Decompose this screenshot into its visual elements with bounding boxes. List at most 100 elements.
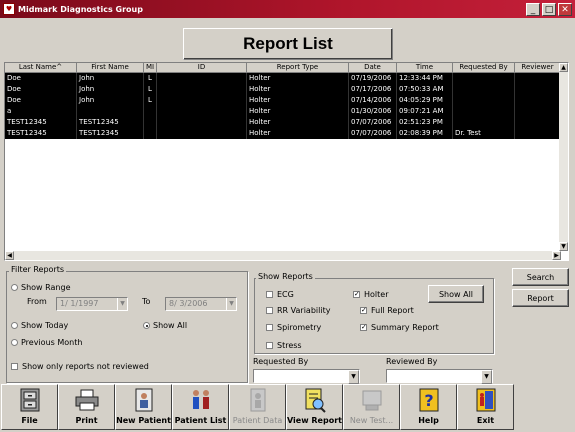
column-header[interactable]: Report Type	[247, 63, 349, 73]
show-range-radio[interactable]: Show Range	[11, 283, 70, 292]
file-button[interactable]: File	[1, 384, 58, 430]
from-date-picker[interactable]: 1/ 1/1997 ▼	[56, 297, 128, 311]
grid-rows: Doe John L Holter 07/19/2006 12:33:44 PM Doe Jo…	[5, 73, 561, 139]
chevron-down-icon: ▼	[226, 298, 236, 310]
column-header[interactable]: ID	[157, 63, 247, 73]
new-test-icon	[360, 387, 384, 413]
scroll-down-icon[interactable]: ▼	[559, 242, 568, 251]
horizontal-scrollbar[interactable]: ◀ ▶	[5, 251, 561, 260]
chevron-down-icon: ▼	[117, 298, 127, 310]
from-label: From	[27, 297, 47, 306]
table-cell	[77, 106, 144, 117]
table-cell: 02:08:39 PM	[397, 128, 453, 139]
table-row[interactable]: a Holter 01/30/2006 09:07:21 AM	[5, 106, 561, 117]
new-patient-button[interactable]: New Patient	[115, 384, 172, 430]
table-cell: 04:05:29 PM	[397, 95, 453, 106]
table-cell	[157, 73, 247, 84]
show-all-radio[interactable]: Show All	[143, 321, 187, 330]
scroll-left-icon[interactable]: ◀	[5, 251, 14, 260]
table-cell	[144, 117, 157, 128]
table-row[interactable]: TEST12345 TEST12345 Holter 07/07/2006 02:51:…	[5, 117, 561, 128]
column-header[interactable]: Reviewer	[515, 63, 561, 73]
column-header[interactable]: Date	[349, 63, 397, 73]
table-cell	[515, 128, 561, 139]
report-button[interactable]: Report	[512, 289, 569, 307]
table-cell	[157, 117, 247, 128]
column-header[interactable]: Time	[397, 63, 453, 73]
grid-header: Last Name^ First Name MI ID Report Type Date T…	[5, 63, 566, 73]
scroll-right-icon[interactable]: ▶	[552, 251, 561, 260]
table-cell: L	[144, 95, 157, 106]
show-today-radio[interactable]: Show Today	[11, 321, 68, 330]
table-cell: 01/30/2006	[349, 106, 397, 117]
summary-report-checkbox[interactable]: ✓ Summary Report	[360, 323, 439, 332]
table-cell	[515, 106, 561, 117]
column-header[interactable]: First Name	[77, 63, 144, 73]
title-bar: ♥ Midmark Diagnostics Group _ □ ✕	[0, 0, 575, 18]
table-cell: Doe	[5, 73, 77, 84]
scroll-up-icon[interactable]: ▲	[559, 63, 568, 72]
svg-text:?: ?	[424, 391, 433, 410]
reviewed-by-select[interactable]: ▼	[386, 369, 493, 384]
help-button[interactable]: ? Help	[400, 384, 457, 430]
table-cell: L	[144, 73, 157, 84]
full-report-checkbox[interactable]: ✓ Full Report	[360, 306, 414, 315]
table-cell: John	[77, 73, 144, 84]
rr-variability-checkbox[interactable]: RR Variability	[266, 306, 330, 315]
maximize-button[interactable]: □	[542, 2, 556, 16]
table-cell: L	[144, 84, 157, 95]
table-cell	[157, 95, 247, 106]
report-grid[interactable]: Last Name^ First Name MI ID Report Type Date T…	[4, 62, 569, 261]
table-cell	[515, 84, 561, 95]
table-cell	[157, 128, 247, 139]
table-cell	[453, 84, 515, 95]
print-button[interactable]: Print	[58, 384, 115, 430]
to-date-picker[interactable]: 8/ 3/2006 ▼	[165, 297, 237, 311]
table-cell	[453, 106, 515, 117]
new-test-button[interactable]: New Test...	[343, 384, 400, 430]
patient-data-button[interactable]: Patient Data	[229, 384, 286, 430]
table-row[interactable]: Doe John L Holter 07/19/2006 12:33:44 PM	[5, 73, 561, 84]
minimize-button[interactable]: _	[526, 2, 540, 16]
table-cell: Holter	[247, 128, 349, 139]
view-report-button[interactable]: View Report	[286, 384, 343, 430]
table-cell: 07/07/2006	[349, 128, 397, 139]
window-title: Midmark Diagnostics Group	[18, 4, 143, 14]
chevron-down-icon: ▼	[348, 370, 359, 384]
not-reviewed-checkbox[interactable]: Show only reports not reviewed	[11, 362, 149, 371]
filter-reports-legend: Filter Reports	[9, 265, 67, 274]
show-all-button[interactable]: Show All	[428, 285, 484, 303]
search-button[interactable]: Search	[512, 268, 569, 286]
table-row[interactable]: Doe John L Holter 07/17/2006 07:50:33 AM	[5, 84, 561, 95]
table-cell: 09:07:21 AM	[397, 106, 453, 117]
stress-checkbox[interactable]: Stress	[266, 341, 302, 350]
table-cell	[453, 95, 515, 106]
table-cell: 07:50:33 AM	[397, 84, 453, 95]
column-header[interactable]: MI	[144, 63, 157, 73]
heart-app-icon[interactable]: ♥	[3, 3, 15, 15]
column-header[interactable]: Requested By	[453, 63, 515, 73]
table-cell: TEST12345	[77, 117, 144, 128]
holter-checkbox[interactable]: ✓ Holter	[353, 290, 388, 299]
table-cell: a	[5, 106, 77, 117]
table-cell	[144, 128, 157, 139]
table-cell: 07/17/2006	[349, 84, 397, 95]
spirometry-checkbox[interactable]: Spirometry	[266, 323, 321, 332]
previous-month-radio[interactable]: Previous Month	[11, 338, 82, 347]
table-cell: 07/14/2006	[349, 95, 397, 106]
close-button[interactable]: ✕	[558, 2, 572, 16]
ecg-checkbox[interactable]: ECG	[266, 290, 294, 299]
exit-button[interactable]: Exit	[457, 384, 514, 430]
patient-list-button[interactable]: Patient List	[172, 384, 229, 430]
vertical-scrollbar[interactable]: ▲ ▼	[559, 63, 568, 251]
requested-by-select[interactable]: ▼	[253, 369, 360, 384]
to-label: To	[142, 297, 151, 306]
requested-by-label: Requested By	[253, 357, 309, 366]
table-row[interactable]: TEST12345 TEST12345 Holter 07/07/2006 02:08:…	[5, 128, 561, 139]
table-cell: TEST12345	[5, 117, 77, 128]
view-report-icon	[303, 387, 327, 413]
table-cell	[515, 95, 561, 106]
column-header[interactable]: Last Name^	[5, 63, 77, 73]
table-cell	[453, 73, 515, 84]
table-row[interactable]: Doe John L Holter 07/14/2006 04:05:29 PM	[5, 95, 561, 106]
